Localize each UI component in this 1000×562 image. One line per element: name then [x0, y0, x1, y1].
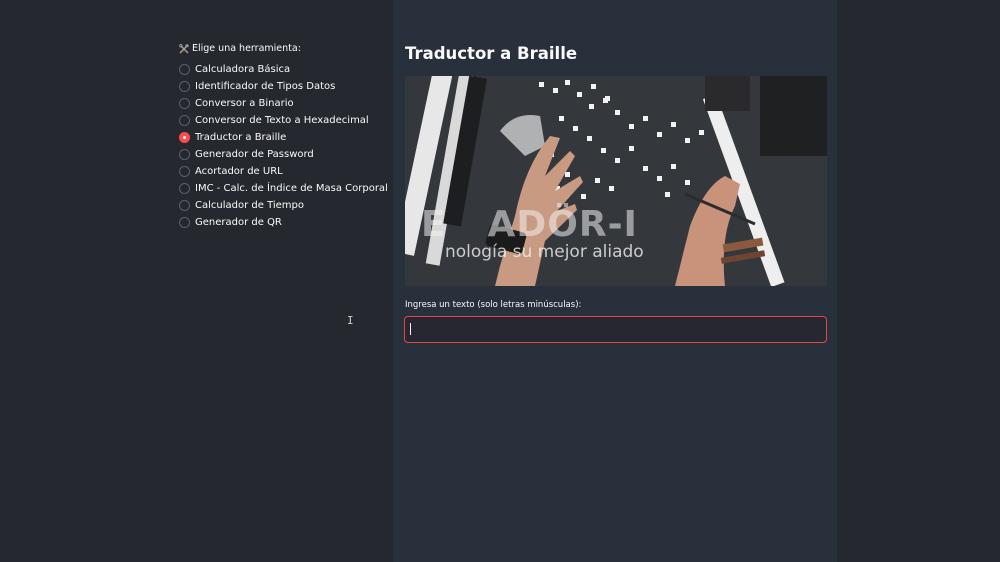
radio-unselected-icon[interactable] [179, 217, 190, 228]
radio-option-label: IMC - Calc. de Índice de Masa Corporal [195, 183, 388, 194]
hero-image: E ADÖR-I nología su mejor aliado [405, 76, 827, 286]
radio-unselected-icon[interactable] [179, 64, 190, 75]
tool-radio-list: Calculadora Básica Identificador de Tipos… [179, 61, 388, 231]
radio-option-label: Generador de Password [195, 149, 314, 160]
tool-radio-group: Elige una herramienta: Calculadora Básic… [179, 43, 388, 231]
radio-option[interactable]: Traductor a Braille [179, 129, 388, 146]
radio-unselected-icon[interactable] [179, 98, 190, 109]
hammer-and-wrench-icon [179, 43, 189, 54]
radio-unselected-icon[interactable] [179, 149, 190, 160]
radio-option-label: Calculadora Básica [195, 64, 291, 75]
radio-unselected-icon[interactable] [179, 183, 190, 194]
radio-option[interactable]: Calculador de Tiempo [179, 197, 388, 214]
hero-brand-text: E ADÖR-I [421, 204, 638, 245]
radio-option-label: Generador de QR [195, 217, 282, 228]
page-title: Traductor a Braille [405, 44, 578, 63]
radio-option-label: Conversor de Texto a Hexadecimal [195, 115, 369, 126]
radio-selected-icon[interactable] [179, 132, 190, 143]
radio-option[interactable]: Identificador de Tipos Datos [179, 78, 388, 95]
radio-unselected-icon[interactable] [179, 81, 190, 92]
braille-text-input[interactable] [404, 316, 827, 343]
radio-unselected-icon[interactable] [179, 166, 190, 177]
hero-tagline: nología su mejor aliado [445, 242, 644, 262]
radio-option[interactable]: Conversor de Texto a Hexadecimal [179, 112, 388, 129]
radio-option-label: Conversor a Binario [195, 98, 294, 109]
radio-option-label: Traductor a Braille [195, 132, 287, 143]
radio-option[interactable]: Generador de QR [179, 214, 388, 231]
radio-option-label: Calculador de Tiempo [195, 200, 305, 211]
tool-radio-label: Elige una herramienta: [179, 43, 388, 54]
radio-option-label: Acortador de URL [195, 166, 283, 177]
radio-option-label: Identificador de Tipos Datos [195, 81, 336, 92]
right-gutter [837, 0, 1000, 562]
radio-unselected-icon[interactable] [179, 200, 190, 211]
radio-option[interactable]: Generador de Password [179, 146, 388, 163]
text-input-label: Ingresa un texto (solo letras minúsculas… [405, 300, 582, 310]
radio-unselected-icon[interactable] [179, 115, 190, 126]
radio-option[interactable]: Calculadora Básica [179, 61, 388, 78]
text-cursor-icon: I [347, 314, 354, 327]
radio-option[interactable]: IMC - Calc. de Índice de Masa Corporal [179, 180, 388, 197]
radio-option[interactable]: Conversor a Binario [179, 95, 388, 112]
radio-option[interactable]: Acortador de URL [179, 163, 388, 180]
text-caret [410, 323, 411, 335]
tool-radio-label-text: Elige una herramienta: [192, 43, 301, 54]
